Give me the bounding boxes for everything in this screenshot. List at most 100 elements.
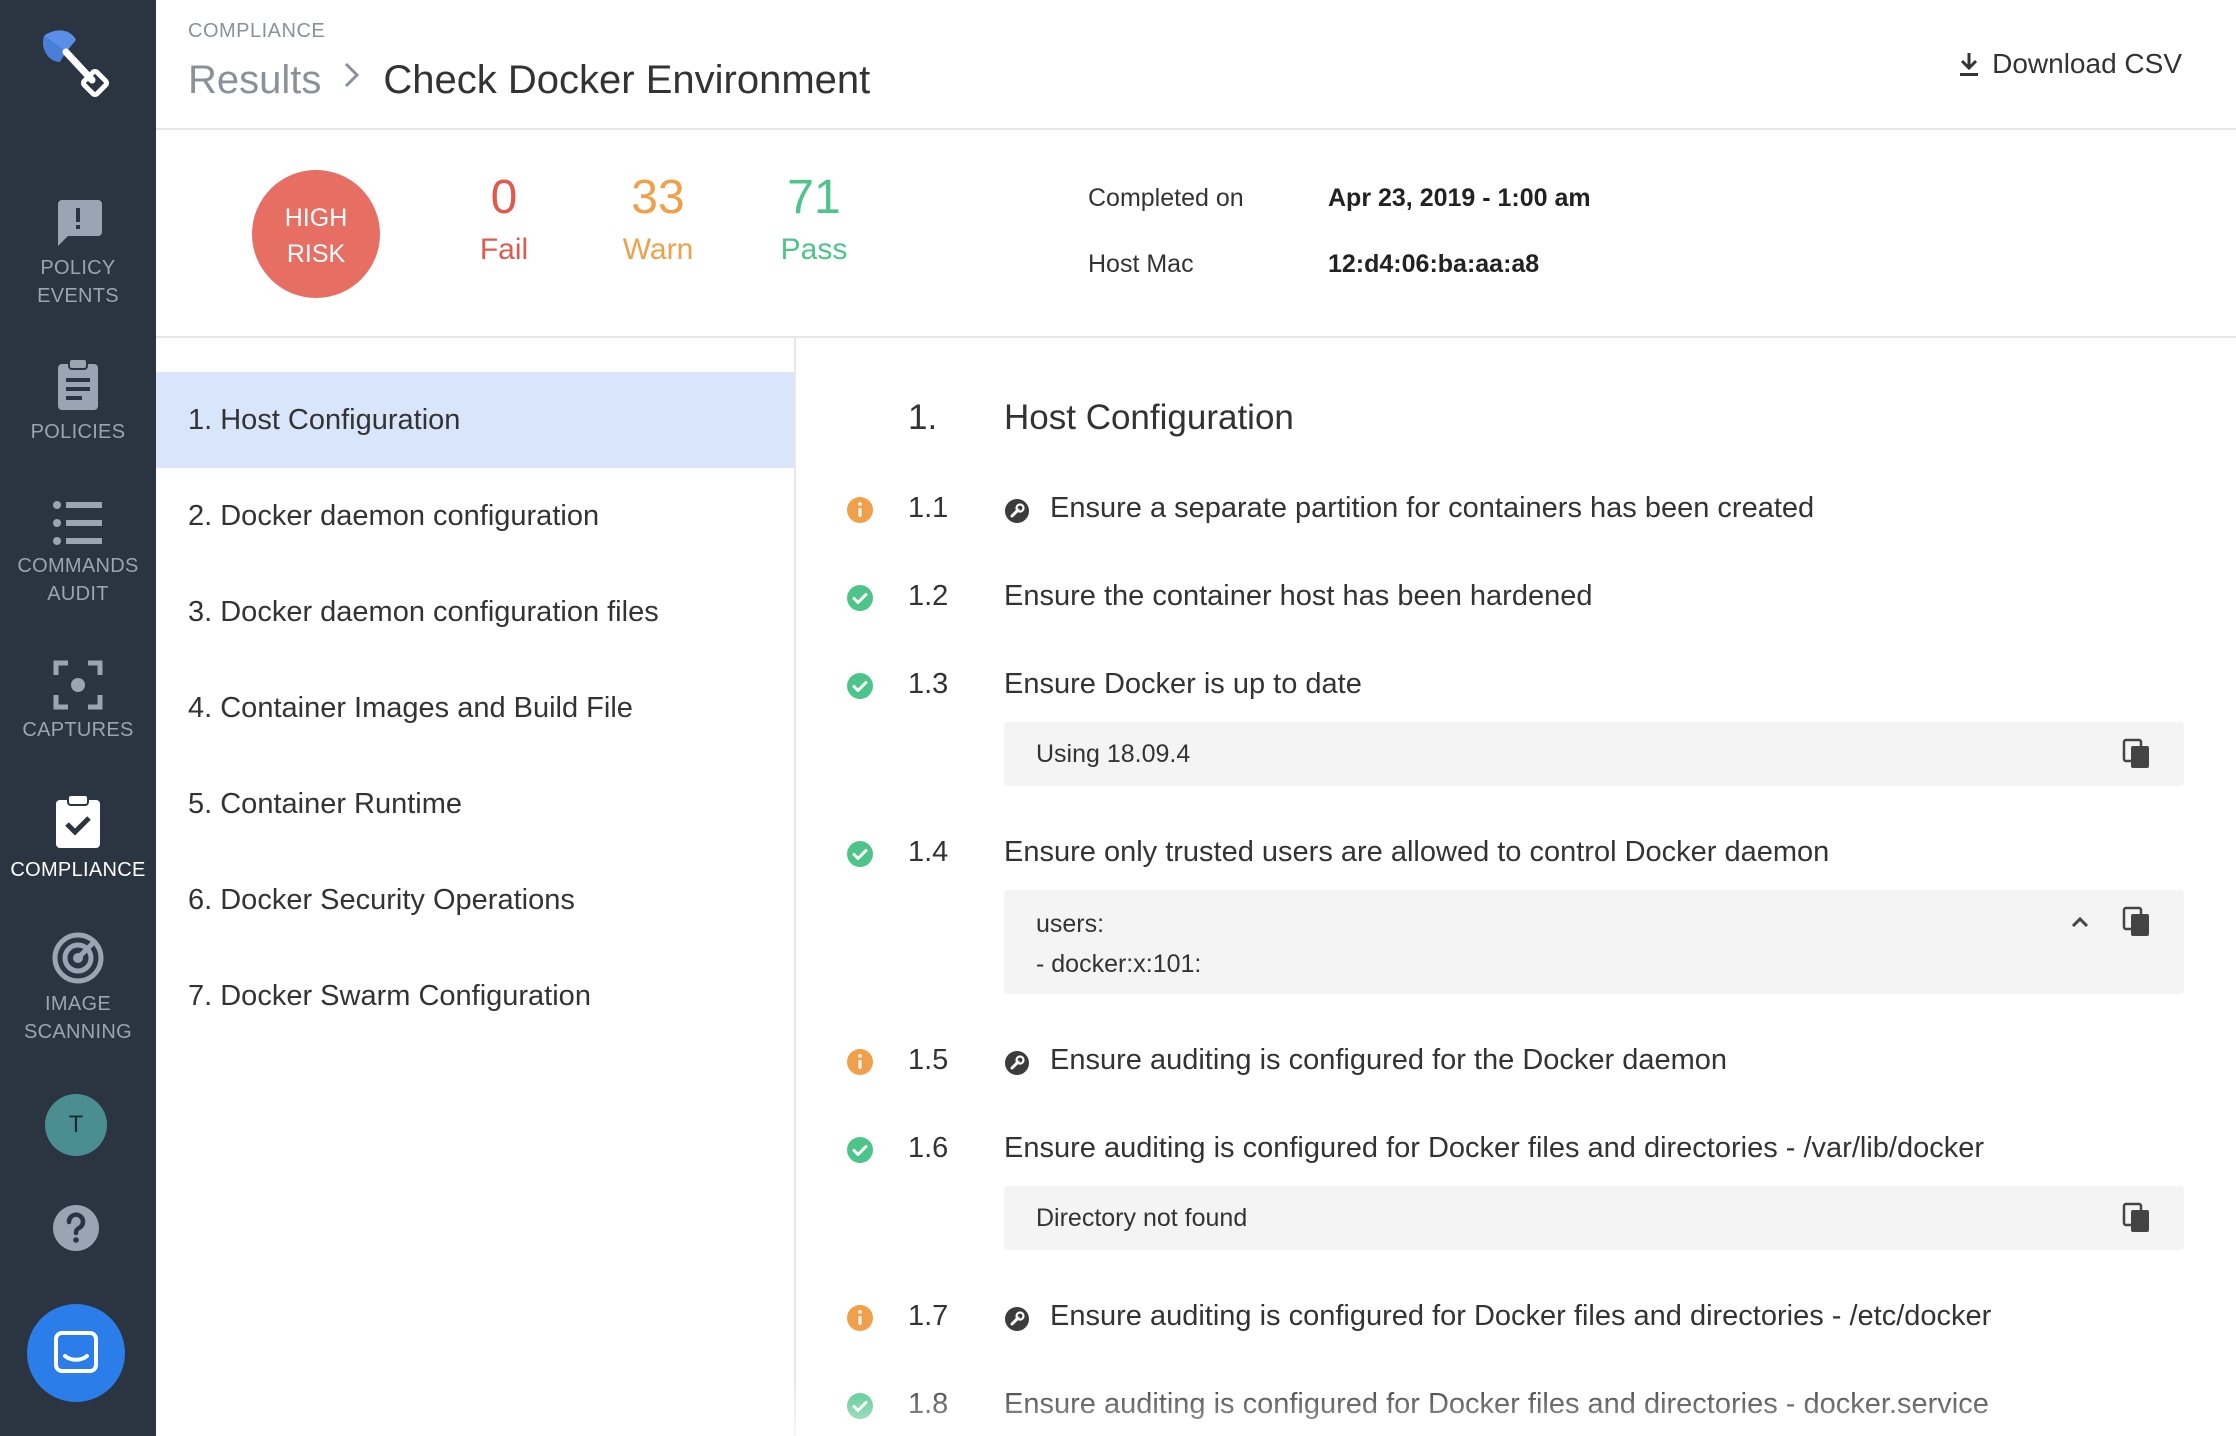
pass-status-icon [846,1392,874,1420]
check-text: Ensure the container host has been harde… [1004,580,1593,612]
results-summary: HIGH RISK 0 Fail 33 Warn 71 Pass Complet… [156,130,2236,338]
check-row[interactable]: 1.2 Ensure the container host has been h… [798,572,2236,622]
wrench-icon [1004,498,1030,524]
check-text: Ensure a separate partition for containe… [1050,492,1815,524]
check-number: 1.3 [908,668,949,700]
check-output: users: - docker:x:101: [1004,890,2184,994]
compliance-check-icon [56,794,100,848]
section-item-container-images[interactable]: 4. Container Images and Build File [156,660,794,756]
check-text: Ensure auditing is configured for Docker… [1004,1388,1989,1420]
warn-status-icon [846,1048,874,1076]
nav-commands-audit[interactable]: COMMANDS AUDIT [0,500,156,608]
nav-compliance-label: COMPLIANCE [10,859,146,881]
check-text: Ensure auditing is configured for Docker… [1004,1132,1985,1164]
risk-badge-line2: RISK [286,240,346,268]
section-item-host-configuration[interactable]: 1. Host Configuration [156,372,794,468]
breadcrumb-results-link[interactable]: Results [188,56,321,104]
breadcrumb: Results Check Docker Environment [188,56,870,104]
pass-label: Pass [780,233,848,266]
pass-status-icon [846,840,874,868]
host-mac-value: 12:d4:06:ba:aa:a8 [1328,250,1540,278]
help-icon[interactable] [52,1204,100,1252]
warn-label: Warn [622,233,694,266]
nav-policy-events[interactable]: POLICY EVENTS [0,196,156,310]
risk-badge-line1: HIGH [284,204,348,232]
check-number: 1.6 [908,1132,949,1164]
chat-icon [54,1331,98,1373]
check-number: 1.8 [908,1388,949,1420]
check-output-line: users: [1036,910,1105,938]
copy-icon[interactable] [2122,738,2152,770]
section-item-docker-daemon-configuration[interactable]: 2. Docker daemon configuration [156,468,794,564]
nav-compliance[interactable]: COMPLIANCE [0,794,156,884]
pass-status-icon [846,1136,874,1164]
check-results: 1. Host Configuration 1.1 Ensure a separ… [798,338,2236,1436]
check-row[interactable]: 1.3 Ensure Docker is up to date [798,660,2236,710]
shovel-logo-icon[interactable] [36,22,116,102]
check-output-line: - docker:x:101: [1036,950,1202,978]
download-csv-label: Download CSV [1992,48,2182,79]
chevron-right-icon [343,56,361,104]
alert-message-icon [58,200,102,246]
check-row[interactable]: 1.8 Ensure auditing is configured for Do… [798,1380,2236,1430]
check-text: Ensure auditing is configured for Docker… [1050,1300,1992,1332]
check-number: 1.4 [908,836,949,868]
completed-on-label: Completed on [1088,184,1244,212]
copy-icon[interactable] [2122,906,2152,938]
check-row[interactable]: 1.1 Ensure a separate partition for cont… [798,484,2236,534]
pass-stat: 71 Pass [768,170,860,270]
warn-status-icon [846,1304,874,1332]
nav-commands-audit-label: COMMANDS AUDIT [17,555,139,605]
check-row[interactable]: 1.6 Ensure auditing is configured for Do… [798,1124,2236,1174]
section-item-docker-daemon-configuration-files[interactable]: 3. Docker daemon configuration files [156,564,794,660]
host-mac-label: Host Mac [1088,250,1194,278]
check-output-text: Directory not found [1036,1204,1248,1232]
fail-label: Fail [479,233,529,266]
risk-badge: HIGH RISK [252,170,380,298]
completed-on-value: Apr 23, 2019 - 1:00 am [1328,184,1591,212]
section-item-docker-swarm-configuration[interactable]: 7. Docker Swarm Configuration [156,948,794,1044]
section-heading-number: 1. [908,398,938,437]
capture-icon [53,660,103,710]
list-icon [53,501,102,545]
left-nav: POLICY EVENTS POLICIES COMMANDS AUDIT CA… [0,0,156,1436]
section-item-docker-security-operations[interactable]: 6. Docker Security Operations [156,852,794,948]
user-avatar[interactable]: T [45,1094,107,1156]
warn-count: 33 [631,171,685,224]
check-number: 1.2 [908,580,949,612]
wrench-icon [1004,1306,1030,1332]
clipboard-icon [58,358,98,410]
check-text: Ensure auditing is configured for the Do… [1050,1044,1728,1076]
section-item-container-runtime[interactable]: 5. Container Runtime [156,756,794,852]
pass-count: 71 [787,171,841,224]
check-text: Ensure Docker is up to date [1004,668,1362,700]
warn-stat: 33 Warn [608,170,708,270]
check-output: Directory not found [1004,1186,2184,1250]
download-icon [1960,53,1979,76]
check-number: 1.7 [908,1300,949,1332]
nav-image-scanning-label: IMAGE SCANNING [24,993,132,1043]
copy-icon[interactable] [2122,1202,2152,1234]
nav-policies[interactable]: POLICIES [0,358,156,446]
nav-policy-events-label: POLICY EVENTS [37,257,119,307]
pass-status-icon [846,672,874,700]
check-output: Using 18.09.4 [1004,722,2184,786]
check-number: 1.1 [908,492,949,524]
radar-icon [52,932,104,984]
chevron-up-icon[interactable] [2068,910,2092,934]
nav-image-scanning[interactable]: IMAGE SCANNING [0,932,156,1046]
check-row[interactable]: 1.4 Ensure only trusted users are allowe… [798,828,2236,878]
chat-launcher-button[interactable] [27,1304,125,1402]
fail-stat: 0 Fail [462,170,546,270]
section-heading-title: Host Configuration [1004,398,1294,437]
pass-status-icon [846,584,874,612]
check-number: 1.5 [908,1044,949,1076]
page-title: Check Docker Environment [383,58,871,102]
nav-policies-label: POLICIES [30,421,126,443]
check-row[interactable]: 1.5 Ensure auditing is configured for th… [798,1036,2236,1086]
section-label: COMPLIANCE [188,20,326,42]
download-csv-button[interactable]: Download CSV [1958,48,2182,80]
warn-status-icon [846,496,874,524]
check-row[interactable]: 1.7 Ensure auditing is configured for Do… [798,1292,2236,1342]
nav-captures[interactable]: CAPTURES [0,660,156,744]
